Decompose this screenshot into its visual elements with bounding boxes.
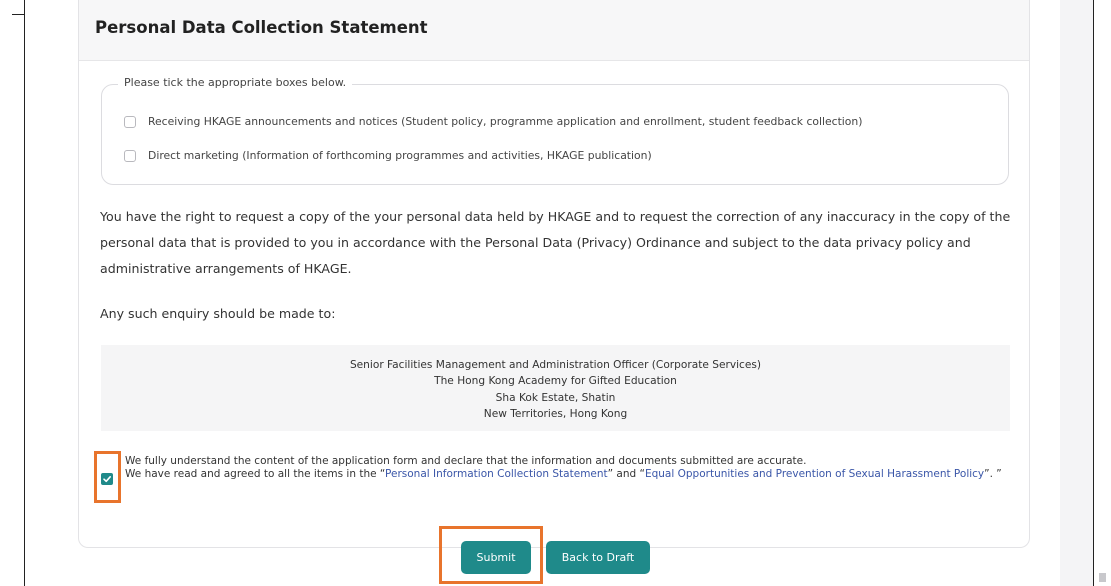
consent-fieldset: Please tick the appropriate boxes below.… — [101, 76, 1009, 185]
checkbox-highlight — [94, 451, 121, 503]
frame-tick — [12, 14, 24, 15]
announcements-label: Receiving HKAGE announcements and notice… — [148, 115, 863, 128]
consent-legend: Please tick the appropriate boxes below. — [118, 76, 353, 89]
declaration-line-1: We fully understand the content of the a… — [125, 455, 807, 467]
frame-border-right — [1093, 0, 1094, 586]
address-line: Senior Facilities Management and Adminis… — [349, 359, 762, 371]
contact-address-block: Senior Facilities Management and Adminis… — [101, 345, 1010, 431]
submit-highlight — [439, 526, 543, 584]
direct-marketing-checkbox[interactable] — [124, 149, 136, 162]
direct-marketing-label: Direct marketing (Information of forthco… — [148, 149, 652, 162]
consent-option-direct-marketing[interactable]: Direct marketing (Information of forthco… — [124, 149, 652, 162]
personal-info-statement-link[interactable]: Personal Information Collection Statemen… — [385, 468, 608, 480]
declaration-text-fragment: ”. ” — [984, 467, 1002, 480]
enquiry-label: Any such enquiry should be made to: — [100, 306, 336, 321]
declaration-line-2: We have read and agreed to all the items… — [125, 468, 1025, 481]
scrollbar-thumb[interactable] — [1099, 573, 1106, 582]
back-to-draft-button[interactable]: Back to Draft — [546, 541, 650, 574]
declaration-text-fragment: We have read and agreed to all the items… — [125, 467, 386, 480]
personal-data-card: Personal Data Collection Statement Pleas… — [78, 0, 1030, 548]
declaration-text: We fully understand the content of the a… — [125, 455, 1025, 480]
address-line: Sha Kok Estate, Shatin — [495, 391, 616, 404]
section-title: Personal Data Collection Statement — [95, 18, 428, 37]
address-line: New Territories, Hong Kong — [483, 407, 628, 420]
announcements-checkbox[interactable] — [124, 115, 136, 128]
rights-paragraph: You have the right to request a copy of … — [100, 209, 1011, 276]
page-gutter — [1060, 0, 1093, 586]
card-header: Personal Data Collection Statement — [79, 0, 1029, 61]
consent-option-announcements[interactable]: Receiving HKAGE announcements and notice… — [124, 115, 862, 128]
address-line: The Hong Kong Academy for Gifted Educati… — [434, 375, 677, 388]
declaration-text-fragment: ” and “ — [607, 467, 645, 480]
frame-border-left — [24, 0, 25, 586]
equal-opportunities-policy-link[interactable]: Equal Opportunities and Prevention of Se… — [645, 468, 984, 480]
